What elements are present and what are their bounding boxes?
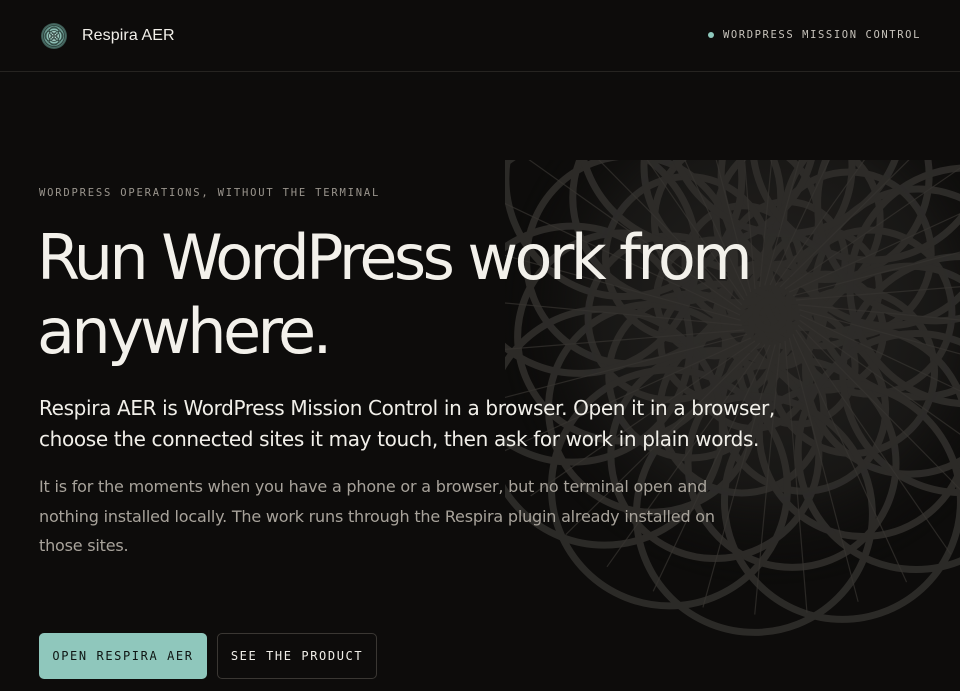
hero-section: WORDPRESS OPERATIONS, WITHOUT THE TERMIN… [37,187,797,561]
status-dot-icon [707,32,714,38]
hero-actions: OPEN RESPIRA AER SEE THE PRODUCT [39,633,377,679]
site-header: Respira AER WORDPRESS MISSION CONTROL [0,0,960,72]
status-indicator: WORDPRESS MISSION CONTROL [707,29,921,41]
brand-link[interactable]: Respira AER [40,22,175,50]
see-the-product-button[interactable]: SEE THE PRODUCT [217,633,377,679]
page: Respira AER WORDPRESS MISSION CONTROL WO… [0,0,960,691]
status-label: WORDPRESS MISSION CONTROL [722,29,921,41]
open-respira-aer-button[interactable]: OPEN RESPIRA AER [39,633,207,679]
rose-emblem-icon [41,23,67,49]
page-title: Run WordPress work from anywhere. [37,221,753,368]
eyebrow-text: WORDPRESS OPERATIONS, WITHOUT THE TERMIN… [39,187,381,199]
brand-name: Respira AER [82,27,175,44]
lead-paragraph: Respira AER is WordPress Mission Control… [39,396,775,451]
body-paragraph: It is for the moments when you have a ph… [39,477,715,555]
